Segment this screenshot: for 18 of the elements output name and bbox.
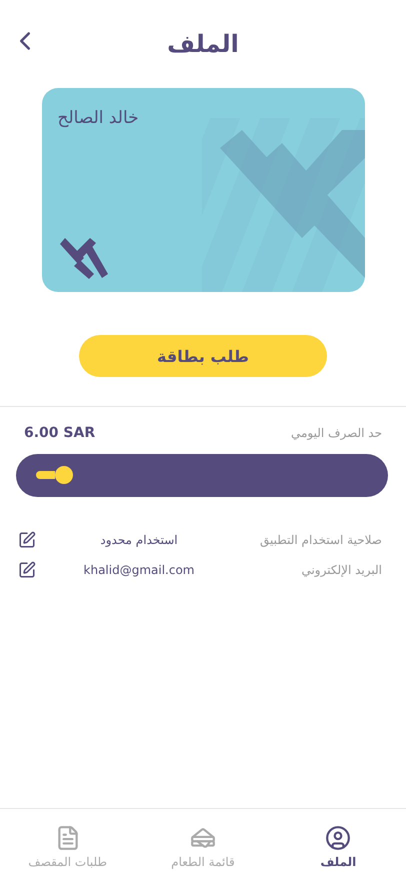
request-card-button[interactable]: طلب بطاقة xyxy=(79,335,327,377)
nav-tab[interactable]: الملف xyxy=(273,809,404,890)
field-label: صلاحية استخدام التطبيق xyxy=(259,533,382,547)
edit-icon xyxy=(18,561,36,579)
edit-button[interactable] xyxy=(18,561,36,579)
slider-thumb[interactable] xyxy=(55,466,74,484)
field-value: استخدام محدود xyxy=(99,533,179,547)
edit-button[interactable] xyxy=(18,531,36,549)
spending-limit-amount: 6.00 SAR xyxy=(24,425,96,441)
card-holder-name: خالد الصالح xyxy=(58,108,139,128)
spending-limit-label: حد الصرف اليومي xyxy=(290,426,382,440)
slider-fill[interactable] xyxy=(36,471,56,479)
field-label: البريد الإلكتروني xyxy=(300,563,382,577)
user-icon xyxy=(325,825,352,851)
page-title: الملف xyxy=(167,30,239,58)
spending-limit-slider[interactable] xyxy=(16,454,388,497)
edit-icon xyxy=(18,531,36,549)
field-value: khalid@gmail.com xyxy=(82,563,196,577)
